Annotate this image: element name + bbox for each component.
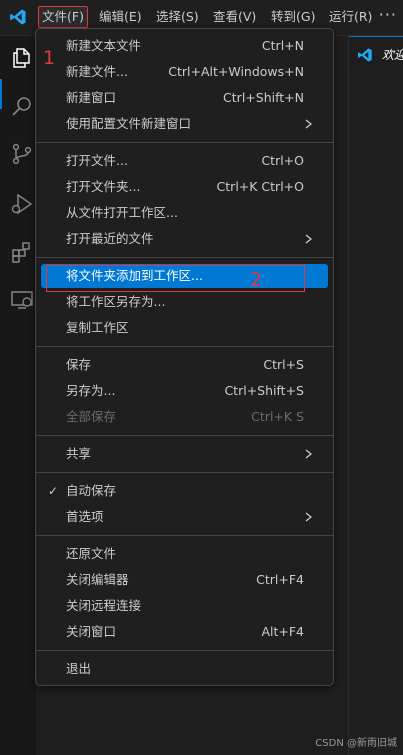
check-icon: ✓	[48, 484, 59, 498]
menu-separator	[36, 472, 333, 473]
menu-item-shortcut: Ctrl+S	[263, 357, 304, 372]
menu-item-label: 还原文件	[66, 546, 117, 561]
menu-close-remote-connection[interactable]: 关闭远程连接	[41, 594, 328, 618]
watermark: CSDN @新雨旧城	[315, 738, 397, 749]
tab-label: 欢迎	[382, 48, 403, 62]
menu-item-label: 关闭编辑器	[66, 572, 129, 587]
chevron-right-icon	[305, 512, 312, 522]
menu-new-window[interactable]: 新建窗口 Ctrl+Shift+N	[41, 86, 328, 110]
menu-item-label: 共享	[66, 446, 92, 461]
menu-separator	[36, 346, 333, 347]
menu-item-label: 新建文本文件	[66, 38, 142, 53]
menu-item-shortcut: Ctrl+O	[261, 153, 304, 168]
menu-view[interactable]: 查看(V)	[210, 7, 259, 27]
menu-duplicate-workspace[interactable]: 复制工作区	[41, 316, 328, 340]
menu-item-label: 打开最近的文件	[66, 231, 154, 246]
menu-item-label: 自动保存	[66, 483, 117, 498]
menu-auto-save[interactable]: ✓ 自动保存	[41, 479, 328, 503]
menu-share[interactable]: 共享	[41, 442, 328, 466]
run-debug-icon[interactable]	[10, 192, 34, 216]
menu-item-shortcut: Ctrl+Shift+N	[223, 90, 304, 105]
menu-item-label: 使用配置文件新建窗口	[66, 116, 192, 131]
menu-item-label: 关闭窗口	[66, 624, 117, 639]
menu-open-file[interactable]: 打开文件... Ctrl+O	[41, 149, 328, 173]
menu-item-shortcut: Ctrl+K Ctrl+O	[216, 179, 304, 194]
search-icon[interactable]	[10, 94, 34, 118]
tab-welcome[interactable]: 欢迎	[349, 36, 403, 72]
menu-revert-file[interactable]: 还原文件	[41, 542, 328, 566]
menu-separator	[36, 535, 333, 536]
menu-item-shortcut: Alt+F4	[261, 624, 304, 639]
menu-item-label: 从文件打开工作区...	[66, 205, 178, 220]
menu-go[interactable]: 转到(G)	[268, 7, 318, 27]
annotation-box-step-2	[46, 265, 305, 292]
menu-separator	[36, 435, 333, 436]
chevron-right-icon	[305, 234, 312, 244]
explorer-icon[interactable]	[10, 46, 34, 70]
vscode-logo-icon	[10, 9, 26, 25]
source-control-icon[interactable]	[10, 142, 34, 166]
menu-save-all: 全部保存 Ctrl+K S	[41, 405, 328, 429]
menu-item-shortcut: Ctrl+Shift+S	[224, 383, 304, 398]
menu-save-as[interactable]: 另存为... Ctrl+Shift+S	[41, 379, 328, 403]
menu-item-label: 关闭远程连接	[66, 598, 142, 613]
menu-item-label: 复制工作区	[66, 320, 129, 335]
activity-bar	[0, 36, 36, 755]
menu-edit[interactable]: 编辑(E)	[96, 7, 145, 27]
menu-exit[interactable]: 退出	[41, 657, 328, 681]
menu-item-label: 首选项	[66, 509, 104, 524]
menu-preferences[interactable]: 首选项	[41, 505, 328, 529]
menu-selection[interactable]: 选择(S)	[153, 7, 202, 27]
menu-item-label: 新建窗口	[66, 90, 117, 105]
menu-item-shortcut: Ctrl+F4	[256, 572, 304, 587]
active-indicator	[0, 79, 2, 109]
menu-item-shortcut: Ctrl+N	[261, 38, 304, 53]
editor-area: 欢迎	[348, 36, 403, 755]
menu-new-text-file[interactable]: 新建文本文件 Ctrl+N	[41, 34, 328, 58]
menu-open-workspace-from-file[interactable]: 从文件打开工作区...	[41, 201, 328, 225]
menu-item-label: 打开文件夹...	[66, 179, 141, 194]
menu-close-window[interactable]: 关闭窗口 Alt+F4	[41, 620, 328, 644]
menu-new-window-with-profile[interactable]: 使用配置文件新建窗口	[41, 112, 328, 136]
menu-item-shortcut: Ctrl+K S	[251, 409, 304, 424]
menu-save-workspace-as[interactable]: 将工作区另存为...	[41, 290, 328, 314]
menu-item-label: 新建文件...	[66, 64, 128, 79]
menu-open-folder[interactable]: 打开文件夹... Ctrl+K Ctrl+O	[41, 175, 328, 199]
chevron-right-icon	[305, 119, 312, 129]
menu-run[interactable]: 运行(R)	[326, 7, 375, 27]
annotation-step-2: 2	[250, 269, 263, 291]
menu-file[interactable]: 文件(F)	[38, 6, 88, 28]
menu-item-label: 退出	[66, 661, 92, 676]
menu-save[interactable]: 保存 Ctrl+S	[41, 353, 328, 377]
vscode-tab-icon	[358, 48, 372, 62]
annotation-step-1: 1	[43, 47, 56, 69]
menu-close-editor[interactable]: 关闭编辑器 Ctrl+F4	[41, 568, 328, 592]
extensions-icon[interactable]	[10, 240, 34, 264]
menu-item-label: 保存	[66, 357, 92, 372]
menu-separator	[36, 650, 333, 651]
menu-item-label: 全部保存	[66, 409, 117, 424]
file-menu-dropdown: 新建文本文件 Ctrl+N 新建文件... Ctrl+Alt+Windows+N…	[35, 28, 334, 686]
chevron-right-icon	[305, 449, 312, 459]
menu-item-label: 将工作区另存为...	[66, 294, 166, 309]
menu-separator	[36, 142, 333, 143]
menu-item-label: 打开文件...	[66, 153, 128, 168]
menu-item-label: 另存为...	[66, 383, 116, 398]
menu-item-shortcut: Ctrl+Alt+Windows+N	[168, 64, 304, 79]
menu-open-recent[interactable]: 打开最近的文件	[41, 227, 328, 251]
menu-separator	[36, 257, 333, 258]
menu-new-file[interactable]: 新建文件... Ctrl+Alt+Windows+N	[41, 60, 328, 84]
remote-explorer-icon[interactable]	[10, 288, 34, 312]
more-menu-icon[interactable]: ···	[379, 5, 397, 24]
